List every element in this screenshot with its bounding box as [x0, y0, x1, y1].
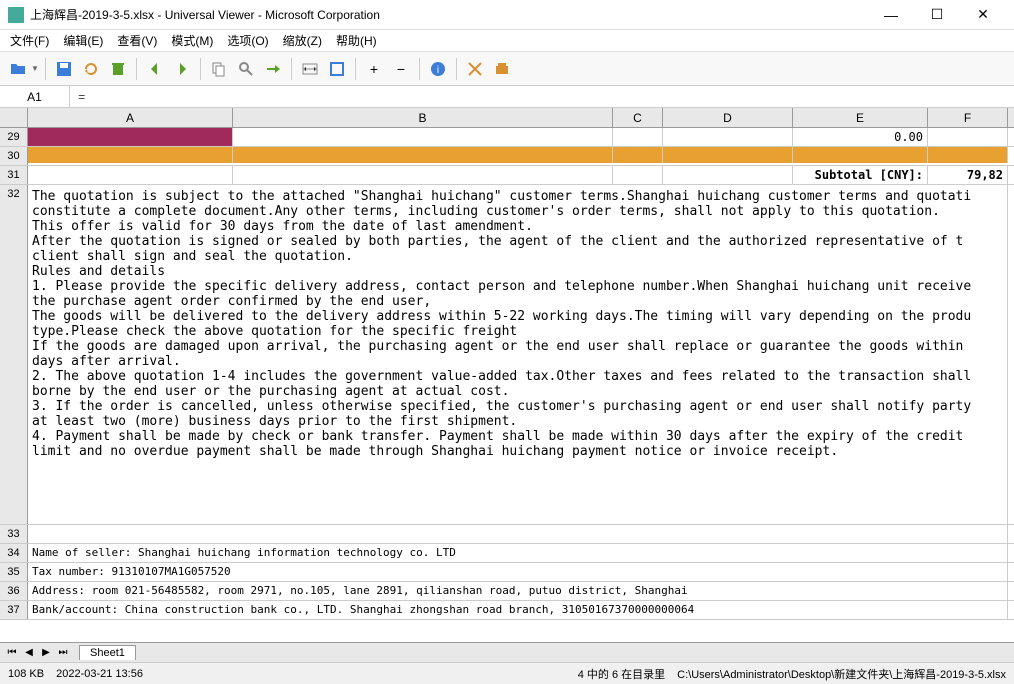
minimize-button[interactable]: — [868, 0, 914, 30]
copy-icon[interactable] [207, 57, 231, 81]
status-position: 4 中的 6 在目录里 [578, 666, 665, 682]
cell-reference[interactable]: A1 [0, 86, 70, 107]
row-35: 35 Tax number: 91310107MA1G057520 [0, 563, 1014, 582]
fit-width-icon[interactable] [298, 57, 322, 81]
cell[interactable] [28, 147, 233, 163]
cell[interactable] [663, 147, 793, 163]
col-header-b[interactable]: B [233, 108, 613, 127]
formula-input[interactable]: = [70, 90, 93, 104]
cell[interactable] [233, 147, 613, 163]
find-icon[interactable] [234, 57, 258, 81]
cell[interactable] [793, 147, 928, 163]
nav-back-icon[interactable] [143, 57, 167, 81]
cell[interactable] [613, 147, 663, 163]
open-dropdown-icon[interactable]: ▼ [31, 64, 39, 73]
seller-address[interactable]: Address: room 021-56485582, room 2971, n… [28, 582, 1008, 600]
cell[interactable] [28, 166, 233, 184]
cell[interactable] [663, 166, 793, 184]
settings-icon[interactable] [463, 57, 487, 81]
column-headers: A B C D E F [0, 108, 1014, 128]
cell[interactable] [928, 147, 1008, 163]
row-31: 31 Subtotal [CNY]: 79,82 [0, 166, 1014, 185]
formula-bar: A1 = [0, 86, 1014, 108]
cell[interactable] [928, 128, 1008, 146]
col-header-d[interactable]: D [663, 108, 793, 127]
menu-view[interactable]: 查看(V) [111, 30, 163, 51]
row-36: 36 Address: room 021-56485582, room 2971… [0, 582, 1014, 601]
cell[interactable] [613, 166, 663, 184]
bank-account[interactable]: Bank/account: China construction bank co… [28, 601, 1008, 619]
col-header-a[interactable]: A [28, 108, 233, 127]
window-title: 上海辉昌-2019-3-5.xlsx - Universal Viewer - … [30, 6, 868, 23]
open-icon[interactable] [6, 57, 30, 81]
col-header-f[interactable]: F [928, 108, 1008, 127]
plugins-icon[interactable] [490, 57, 514, 81]
col-header-c[interactable]: C [613, 108, 663, 127]
subtotal-value[interactable]: 79,82 [928, 166, 1008, 184]
statusbar: 108 KB 2022-03-21 13:56 4 中的 6 在目录里 C:\U… [0, 662, 1014, 684]
save-icon[interactable] [52, 57, 76, 81]
delete-icon[interactable] [106, 57, 130, 81]
titlebar: 上海辉昌-2019-3-5.xlsx - Universal Viewer - … [0, 0, 1014, 30]
svg-text:i: i [437, 65, 439, 76]
row-30: 30 [0, 147, 1014, 166]
spreadsheet: A B C D E F 29 0.00 30 31 Subtotal [CNY]… [0, 108, 1014, 662]
row-header[interactable]: 36 [0, 582, 28, 600]
subtotal-label[interactable]: Subtotal [CNY]: [793, 166, 928, 184]
row-32: 32 The quotation is subject to the attac… [0, 185, 1014, 525]
toolbar: ▼ + − i [0, 52, 1014, 86]
sheet-tab-1[interactable]: Sheet1 [79, 645, 136, 660]
menu-mode[interactable]: 模式(M) [165, 30, 219, 51]
col-header-e[interactable]: E [793, 108, 928, 127]
nav-forward-icon[interactable] [170, 57, 194, 81]
menubar: 文件(F) 编辑(E) 查看(V) 模式(M) 选项(O) 缩放(Z) 帮助(H… [0, 30, 1014, 52]
row-33: 33 [0, 525, 1014, 544]
tax-number[interactable]: Tax number: 91310107MA1G057520 [28, 563, 1008, 581]
zoom-out-icon[interactable]: − [389, 57, 413, 81]
cell[interactable]: 0.00 [793, 128, 928, 146]
row-header[interactable]: 33 [0, 525, 28, 543]
tab-next-icon[interactable]: ▶ [38, 647, 54, 658]
row-header[interactable]: 37 [0, 601, 28, 619]
tab-last-icon[interactable]: ⏭ [55, 647, 71, 658]
seller-name[interactable]: Name of seller: Shanghai huichang inform… [28, 544, 1008, 562]
status-path: C:\Users\Administrator\Desktop\新建文件夹\上海辉… [677, 666, 1006, 682]
menu-edit[interactable]: 编辑(E) [57, 30, 109, 51]
info-icon[interactable]: i [426, 57, 450, 81]
goto-icon[interactable] [261, 57, 285, 81]
row-header[interactable]: 30 [0, 147, 28, 165]
cell[interactable] [28, 525, 1008, 543]
app-icon [8, 7, 24, 23]
row-37: 37 Bank/account: China construction bank… [0, 601, 1014, 620]
row-header[interactable]: 31 [0, 166, 28, 184]
menu-help[interactable]: 帮助(H) [330, 30, 383, 51]
maximize-button[interactable]: ☐ [914, 0, 960, 30]
horizontal-scrollbar[interactable] [146, 646, 1014, 660]
row-header[interactable]: 29 [0, 128, 28, 146]
row-header[interactable]: 32 [0, 185, 28, 524]
cell[interactable] [613, 128, 663, 146]
close-button[interactable]: ✕ [960, 0, 1006, 30]
sheet-tabs: ⏮ ◀ ▶ ⏭ Sheet1 [0, 642, 1014, 662]
tab-first-icon[interactable]: ⏮ [4, 647, 20, 658]
status-filesize: 108 KB [8, 668, 44, 680]
cell[interactable] [233, 166, 613, 184]
fullscreen-icon[interactable] [325, 57, 349, 81]
select-all-corner[interactable] [0, 108, 28, 127]
row-header[interactable]: 35 [0, 563, 28, 581]
row-29: 29 0.00 [0, 128, 1014, 147]
cell[interactable] [663, 128, 793, 146]
menu-options[interactable]: 选项(O) [221, 30, 274, 51]
quotation-terms[interactable]: The quotation is subject to the attached… [28, 185, 1008, 524]
refresh-icon[interactable] [79, 57, 103, 81]
cell[interactable] [233, 128, 613, 146]
status-date: 2022-03-21 13:56 [56, 668, 143, 680]
menu-file[interactable]: 文件(F) [4, 30, 55, 51]
cell[interactable] [28, 128, 233, 146]
row-34: 34 Name of seller: Shanghai huichang inf… [0, 544, 1014, 563]
zoom-in-icon[interactable]: + [362, 57, 386, 81]
tab-prev-icon[interactable]: ◀ [21, 647, 37, 658]
menu-zoom[interactable]: 缩放(Z) [277, 30, 328, 51]
row-header[interactable]: 34 [0, 544, 28, 562]
